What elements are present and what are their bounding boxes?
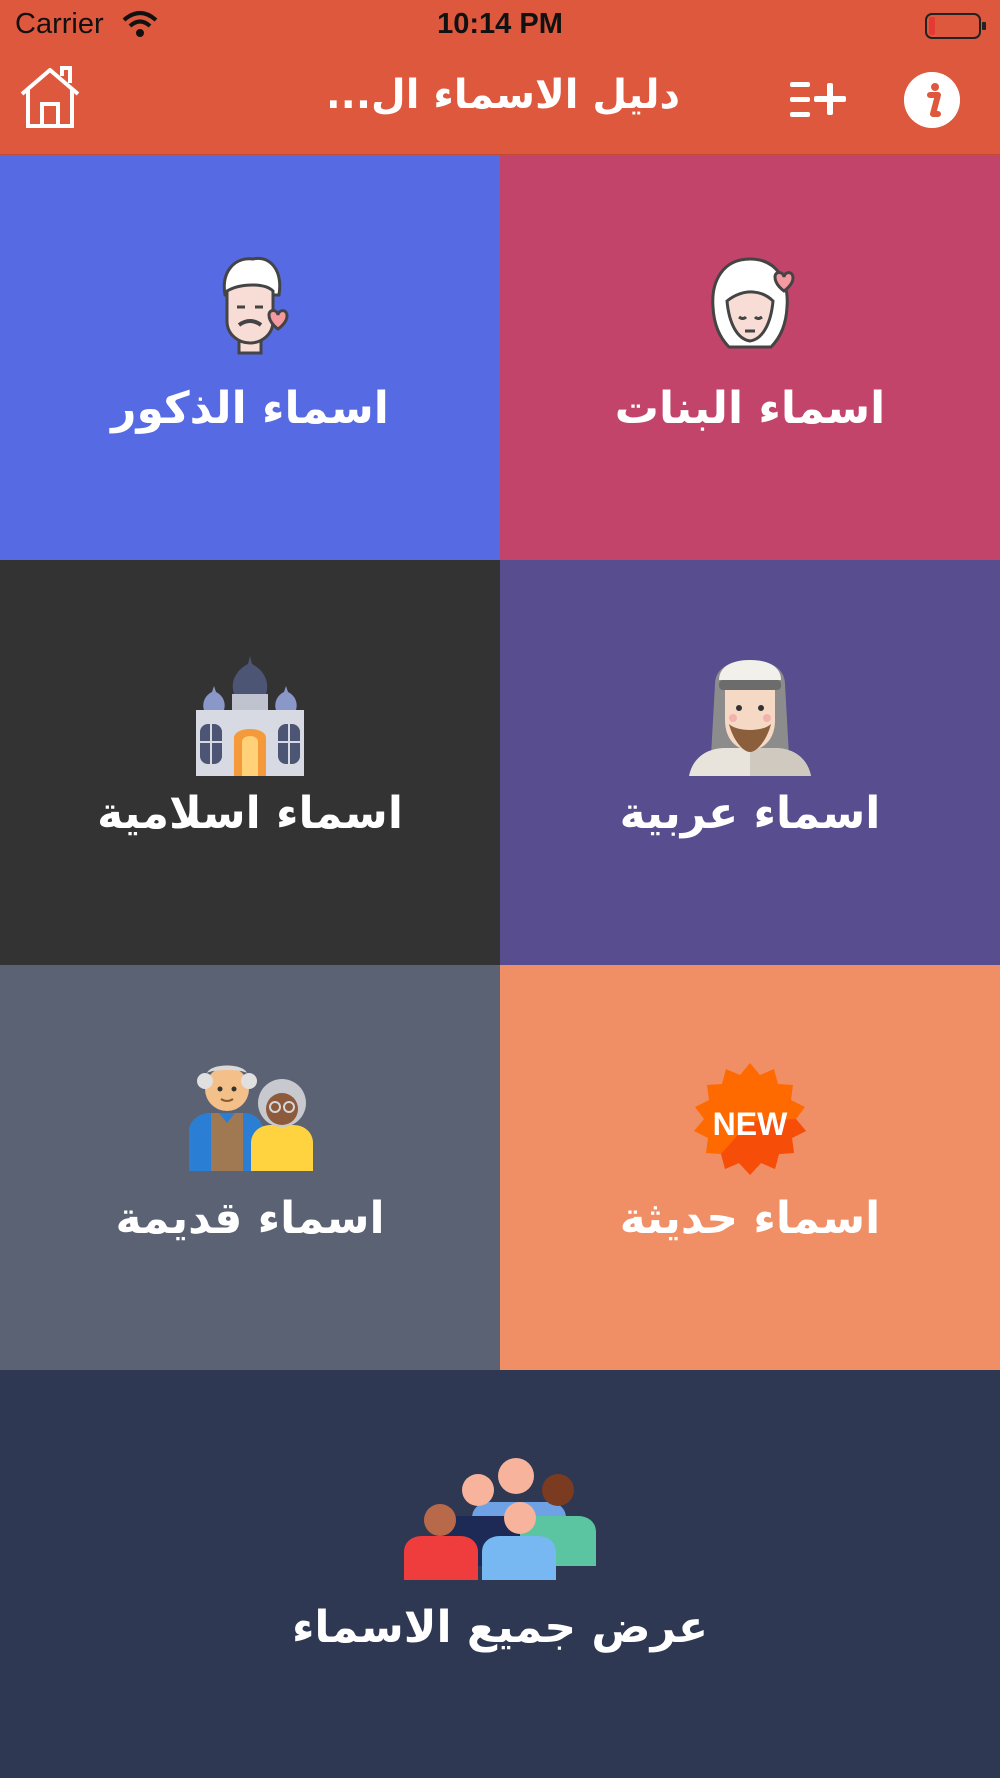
page-title: دليل الاسماء ال... <box>330 72 680 118</box>
tile-girls-names[interactable]: اسماء البنات <box>500 155 1000 560</box>
clock: 10:14 PM <box>437 8 563 40</box>
tile-old-names[interactable]: اسماء قديمة <box>0 965 500 1370</box>
tile-label: اسماء قديمة <box>115 1193 385 1244</box>
tile-label: اسماء اسلامية <box>97 788 403 839</box>
nav-bar: دليل الاسماء ال... <box>0 50 1000 155</box>
battery-icon <box>925 13 986 39</box>
all-names-label: عرض جميع الاسماء <box>291 1602 709 1653</box>
home-icon[interactable] <box>18 64 82 130</box>
status-bar: Carrier 10:14 PM <box>0 0 1000 50</box>
tile-boys-names[interactable]: اسماء الذكور <box>0 155 500 560</box>
girl-avatar-icon <box>711 257 795 349</box>
group-people-icon <box>404 1458 596 1580</box>
tile-label: اسماء البنات <box>614 383 886 434</box>
mosque-icon <box>196 656 304 776</box>
tile-label: اسماء عربية <box>619 788 881 839</box>
elderly-couple-icon <box>189 1065 313 1171</box>
tile-modern-names[interactable]: NEW اسماء حديثة <box>500 965 1000 1370</box>
tile-arabic-names[interactable]: اسماء عربية <box>500 560 1000 965</box>
tile-label: اسماء حديثة <box>619 1193 881 1244</box>
tile-label: اسماء الذكور <box>111 383 389 434</box>
tile-islamic-names[interactable]: اسماء اسلامية <box>0 560 500 965</box>
list-add-icon[interactable] <box>786 76 850 124</box>
all-names-button[interactable]: عرض جميع الاسماء <box>0 1372 1000 1778</box>
info-icon[interactable] <box>904 72 960 128</box>
new-badge-text: NEW <box>713 1106 788 1142</box>
new-badge-icon: NEW <box>694 1063 806 1175</box>
arab-man-icon <box>689 660 811 776</box>
man-avatar-icon <box>222 256 289 355</box>
